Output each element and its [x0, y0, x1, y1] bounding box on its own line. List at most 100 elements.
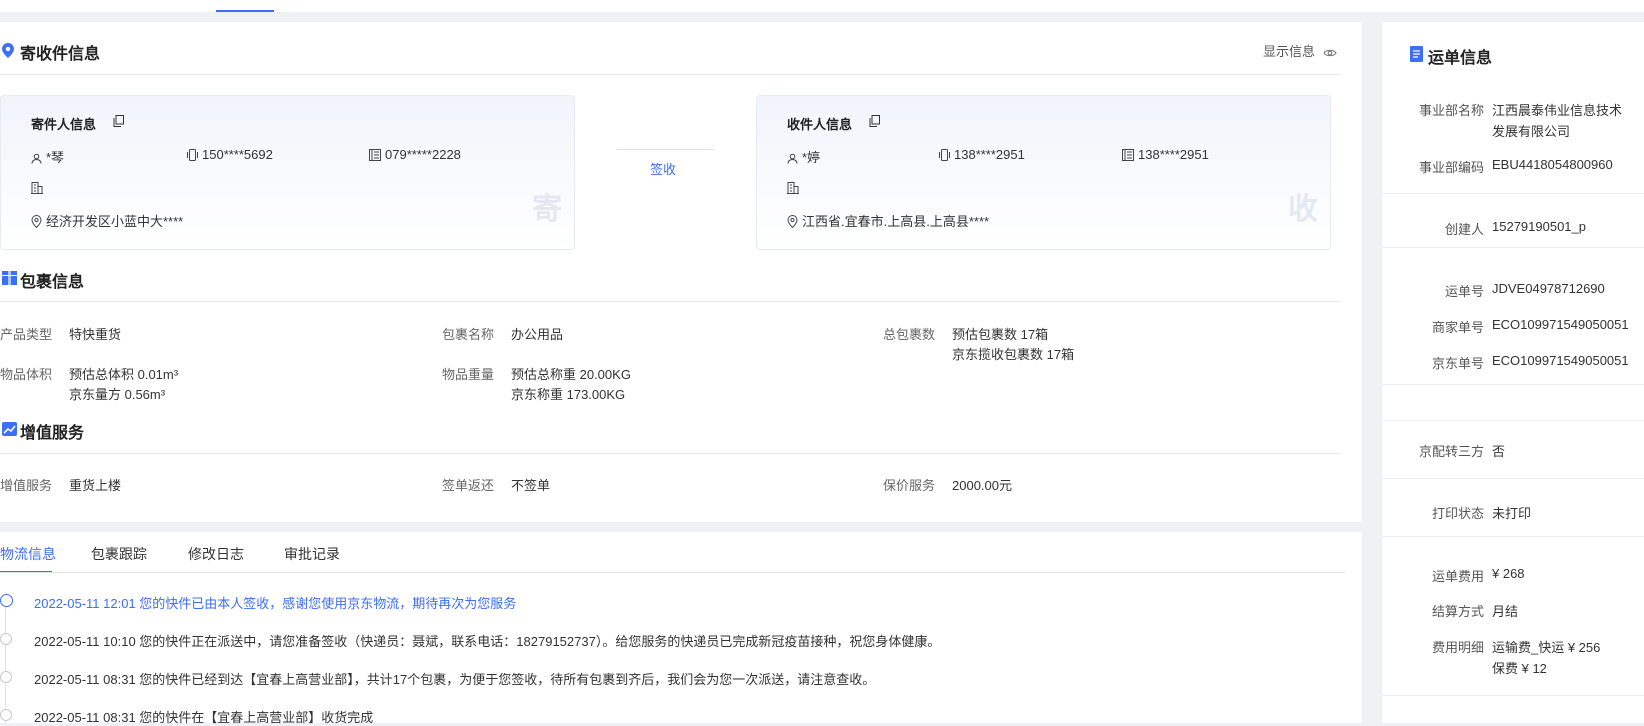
tab-logistics[interactable]: 物流信息	[0, 544, 56, 564]
insurance-value: 2000.00元	[952, 478, 1012, 493]
status-line	[617, 149, 714, 150]
product-type-value: 特快重货	[69, 327, 122, 342]
sender-card: 寄件人信息 *琴 150****5692 079*****2228 经济开发区小…	[0, 95, 575, 250]
waybill-value: 运输费_快运 ¥ 256	[1492, 640, 1601, 655]
building-icon	[787, 182, 799, 194]
sender-card-title: 寄件人信息	[31, 117, 97, 132]
waybill-value: EBU4418054800960	[1492, 157, 1613, 172]
waybill-value: 15279190501_p	[1492, 219, 1586, 234]
waybill-label: 京东单号	[1431, 356, 1484, 371]
divider	[1382, 695, 1644, 696]
mobile-phone-icon	[187, 149, 198, 161]
service-label: 增值服务	[0, 478, 53, 493]
waybill-label: 京配转三方	[1418, 444, 1484, 459]
copy-icon[interactable]	[113, 115, 124, 127]
section-title-address: 寄收件信息	[20, 46, 101, 63]
waybill-value: 月结	[1492, 604, 1519, 619]
volume-jd: 京东量方 0.56m³	[69, 387, 166, 402]
package-icon	[2, 271, 17, 285]
divider	[1382, 384, 1644, 385]
waybill-label: 费用明细	[1431, 640, 1484, 655]
weight-jd: 京东称重 173.00KG	[511, 387, 626, 402]
timeline-item: 2022-05-11 08:31 您的快件已经到达【宜春上高营业部】，共计17个…	[34, 672, 876, 687]
sender-mobile: 150****5692	[187, 147, 273, 162]
receiver-watermark: 收	[1288, 193, 1318, 226]
package-name-label: 包裹名称	[442, 327, 495, 342]
service-value: 重货上楼	[69, 478, 122, 493]
location-pin-icon	[2, 43, 14, 58]
tab-package-tracking[interactable]: 包裹跟踪	[91, 544, 147, 564]
waybill-value: 江西晨泰伟业信息技术	[1492, 103, 1623, 118]
package-count-jd: 京东揽收包裹数 17箱	[952, 347, 1075, 362]
tab-approval-record[interactable]: 审批记录	[284, 544, 340, 564]
section-title-value-added: 增值服务	[20, 425, 85, 442]
order-detail-panel: 寄收件信息 显示信息 寄件人信息 *琴 150****5692 079*****…	[0, 22, 1362, 522]
tab-change-log[interactable]: 修改日志	[188, 544, 244, 564]
receiver-name: *婷	[787, 147, 820, 166]
delivery-status: 签收	[650, 162, 677, 177]
show-info-toggle[interactable]: 显示信息	[1263, 41, 1337, 60]
timeline-dot	[0, 671, 12, 683]
volume-label: 物品体积	[0, 367, 53, 382]
user-icon	[787, 153, 798, 164]
show-info-label: 显示信息	[1263, 44, 1316, 59]
section-title-package: 包裹信息	[20, 274, 85, 291]
location-icon	[787, 215, 798, 228]
eye-icon	[1323, 49, 1337, 57]
waybill-label: 打印状态	[1431, 506, 1484, 521]
timeline-dot-active	[0, 594, 13, 607]
top-tab-bar	[0, 0, 1644, 12]
waybill-value: 否	[1492, 444, 1506, 459]
receiver-address: 江西省.宜春市.上高县.上高县****	[787, 211, 989, 230]
weight-label: 物品重量	[442, 367, 495, 382]
waybill-label: 运单号	[1444, 284, 1484, 299]
timeline-item: 2022-05-11 10:10 您的快件正在派送中，请您准备签收（快递员：聂斌…	[34, 634, 941, 649]
receiver-phone: 138****2951	[1122, 147, 1209, 162]
waybill-value: 未打印	[1492, 506, 1532, 521]
receiver-card: 收件人信息 *婷 138****2951 138****2951 江西省.宜春市…	[756, 95, 1331, 250]
waybill-label: 运单费用	[1431, 569, 1484, 584]
telephone-icon	[369, 149, 381, 161]
timeline-item: 2022-05-11 08:31 您的快件在【宜春上高营业部】收货完成	[34, 710, 374, 725]
user-icon	[31, 153, 42, 164]
divider	[1382, 478, 1644, 479]
divider	[0, 301, 1340, 302]
divider	[1382, 193, 1644, 194]
tabs-divider	[0, 572, 1345, 573]
sender-name: *琴	[31, 147, 64, 166]
timeline-item: 2022-05-11 12:01 您的快件已由本人签收，感谢您使用京东物流，期待…	[34, 596, 517, 611]
mobile-phone-icon	[939, 149, 950, 161]
waybill-value: ¥ 268	[1492, 566, 1525, 581]
package-name-value: 办公用品	[511, 327, 564, 342]
document-icon	[1410, 46, 1423, 62]
divider	[1382, 420, 1644, 421]
waybill-value: 发展有限公司	[1492, 124, 1571, 139]
product-type-label: 产品类型	[0, 327, 53, 342]
waybill-value: ECO109971549050051	[1492, 317, 1629, 332]
sender-address: 经济开发区小蓝中大****	[31, 211, 183, 230]
receiver-mobile: 138****2951	[939, 147, 1025, 162]
divider	[1382, 247, 1644, 248]
insurance-label: 保价服务	[883, 478, 936, 493]
waybill-label: 事业部名称	[1418, 103, 1484, 118]
section-title-waybill: 运单信息	[1428, 50, 1493, 67]
sign-return-value: 不签单	[511, 478, 551, 493]
timeline-dot	[0, 633, 12, 645]
waybill-value: JDVE04978712690	[1492, 281, 1605, 296]
waybill-value: ECO109971549050051	[1492, 353, 1629, 368]
waybill-label: 事业部编码	[1418, 160, 1484, 175]
waybill-label: 商家单号	[1431, 320, 1484, 335]
weight-estimate: 预估总称重 20.00KG	[511, 367, 631, 382]
active-tab-indicator	[216, 10, 274, 12]
divider	[0, 453, 1340, 454]
waybill-label: 创建人	[1444, 222, 1484, 237]
waybill-value: 保费 ¥ 12	[1492, 661, 1547, 676]
receiver-card-title: 收件人信息	[787, 117, 853, 132]
trend-chart-icon	[2, 422, 17, 436]
divider	[0, 74, 1340, 75]
sign-return-label: 签单返还	[442, 478, 495, 493]
building-icon	[31, 182, 43, 194]
package-count-estimate: 预估包裹数 17箱	[952, 327, 1049, 342]
copy-icon[interactable]	[869, 115, 880, 127]
waybill-label: 结算方式	[1431, 604, 1484, 619]
